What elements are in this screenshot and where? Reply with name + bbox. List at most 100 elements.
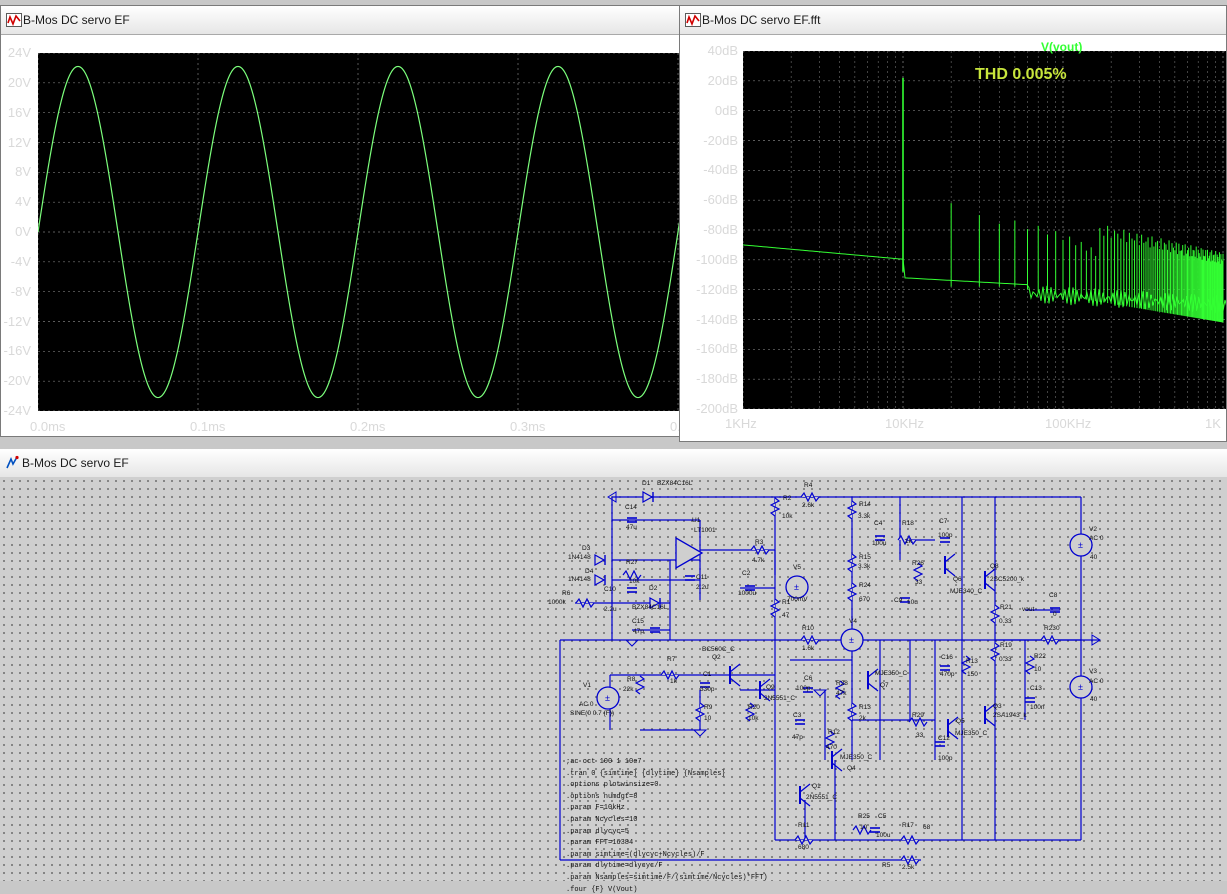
resistor-symbol xyxy=(900,854,920,866)
component-label: 1000k xyxy=(548,599,566,606)
component-label: 40 xyxy=(1090,696,1098,703)
component-label: D1 xyxy=(642,480,651,487)
transistor-symbol xyxy=(729,677,741,687)
component-label: MJE350_C xyxy=(955,730,988,737)
component-label: LT1001 xyxy=(694,527,716,534)
component-label: Q1 xyxy=(812,783,821,790)
fft-plot-window[interactable]: B-Mos DC servo EF.fft 40dB 20dB 0dB -20dB -4… xyxy=(679,5,1227,442)
transient-plot-window[interactable]: B-Mos DC servo EF 24V 20V 16V 12V 8V 4V 0V -4V -… xyxy=(0,5,681,437)
component-label: 2SC5200_k xyxy=(990,576,1024,583)
x-tick-label: 100KHz xyxy=(1045,416,1092,431)
component-label: Q5 xyxy=(956,718,965,725)
component-label: Q3 xyxy=(993,703,1002,710)
spice-directive-line: .param FFT=16384 xyxy=(566,839,634,848)
component-label: U1 xyxy=(692,517,701,524)
component-label: MJE350_C xyxy=(875,670,908,677)
opamp-symbol xyxy=(675,536,704,570)
transistor-symbol xyxy=(944,567,956,577)
component-label: Q9 xyxy=(766,684,775,691)
fft-plot-area[interactable]: V(vout) THD 0.005% xyxy=(742,40,1226,410)
y-tick-label: -40dB xyxy=(703,162,738,178)
diode-symbol xyxy=(594,573,606,587)
y-tick-label: 20V xyxy=(7,74,31,90)
transient-window-titlebar[interactable]: B-Mos DC servo EF xyxy=(1,6,680,35)
source-sign: ± xyxy=(605,693,610,703)
component-label: 0 xyxy=(1056,625,1060,632)
component-label: 1k xyxy=(905,538,912,545)
component-label: R26 xyxy=(912,560,924,567)
transistor-symbol xyxy=(729,663,741,673)
schematic-window-title: B-Mos DC servo EF xyxy=(22,456,129,470)
component-label: 10k xyxy=(782,513,793,520)
component-label: 680 xyxy=(798,844,809,851)
component-label: BZX84C16L xyxy=(657,480,693,487)
component-label: 68 xyxy=(923,824,931,831)
transient-plot-area[interactable] xyxy=(37,52,680,412)
y-tick-label: 4V xyxy=(15,194,31,210)
component-label: R13 xyxy=(966,658,978,665)
resistor-symbol xyxy=(846,553,858,573)
component-label: R3 xyxy=(755,539,764,546)
spice-directive-line: .param dlycyc=5 xyxy=(566,827,630,836)
component-label: C7 xyxy=(939,518,948,525)
y-tick-label: -80dB xyxy=(703,222,738,237)
fft-window-title: B-Mos DC servo EF.fft xyxy=(702,13,821,27)
component-label: 100p xyxy=(796,685,811,692)
spice-directive-line: ;ac oct 100 1 10e7 xyxy=(566,758,642,766)
y-tick-label: 0dB xyxy=(714,102,738,118)
resistor-symbol xyxy=(769,497,781,517)
fft-plot-canvas xyxy=(742,50,1226,410)
component-label: R18 xyxy=(902,520,914,527)
component-label: Q2 xyxy=(712,654,721,661)
component-label: 1.6k xyxy=(802,645,815,652)
resistor-symbol xyxy=(846,582,858,602)
component-label: 330p xyxy=(700,686,715,693)
component-label: C16 xyxy=(941,654,953,661)
y-tick-label: -200dB xyxy=(696,401,738,416)
component-label: 47k xyxy=(836,690,847,697)
fft-window-titlebar[interactable]: B-Mos DC servo EF.fft xyxy=(680,6,1226,35)
component-label: MJE350_C xyxy=(840,754,873,761)
spice-directive-line: .options plotwinsize=0 xyxy=(566,781,659,790)
component-label: 10k xyxy=(748,715,759,722)
resistor-symbol xyxy=(900,834,920,846)
resistor-symbol xyxy=(908,716,928,728)
thd-annotation[interactable]: THD 0.005% xyxy=(975,66,1067,84)
component-label: C9 xyxy=(894,597,903,604)
schematic-canvas[interactable]: ± ± ± ± ± D1 BZX84C16L R4 2.6k R2 10k C14 47u U1 LT10… xyxy=(0,477,1227,894)
component-label: 2SA1943_k xyxy=(993,712,1027,719)
y-tick-label: 16V xyxy=(7,104,31,120)
component-label: R2 xyxy=(783,495,792,502)
spice-directive-line: .options numdgt=8 xyxy=(566,792,638,801)
component-label: R12 xyxy=(828,729,840,736)
spice-directive-line: .four {F} V(Vout) xyxy=(566,885,638,894)
component-label: 470 xyxy=(826,744,837,751)
y-tick-label: -8V xyxy=(10,283,31,299)
source-sign: ± xyxy=(1078,540,1083,550)
y-tick-label: 0V xyxy=(15,224,31,239)
spice-directive-line: .tran 0 {simtime} {dlytime} {Nsamples} xyxy=(566,769,726,778)
component-label: 1000u xyxy=(738,590,757,597)
x-tick-label: 0.1ms xyxy=(190,419,226,434)
ground-icon xyxy=(624,639,640,647)
schematic-window-titlebar[interactable]: B-Mos DC servo EF xyxy=(0,449,1227,478)
diode-symbol xyxy=(594,553,606,567)
y-tick-label: -20dB xyxy=(703,132,738,148)
source-sign: ± xyxy=(849,635,854,645)
component-label: 2.2u xyxy=(696,584,709,591)
component-label: R29 xyxy=(912,712,924,719)
transient-plot-canvas xyxy=(37,52,680,412)
y-tick-label: -16V xyxy=(3,343,31,359)
resistor-symbol xyxy=(846,500,858,520)
schematic-icon xyxy=(6,455,19,469)
source-sign: ± xyxy=(1078,682,1083,692)
component-label: R17 xyxy=(902,822,914,829)
spice-directive-line: .param dlytime=dlycyc/F xyxy=(566,862,663,871)
component-label: 2k xyxy=(859,715,866,722)
component-label: Q6 xyxy=(953,576,962,583)
component-label: AC 0 xyxy=(1089,678,1104,685)
fft-trace-label[interactable]: V(vout) xyxy=(1041,40,1082,54)
component-label: R24 xyxy=(859,582,871,589)
component-label: R21 xyxy=(1000,604,1012,611)
diode-symbol xyxy=(642,490,654,504)
